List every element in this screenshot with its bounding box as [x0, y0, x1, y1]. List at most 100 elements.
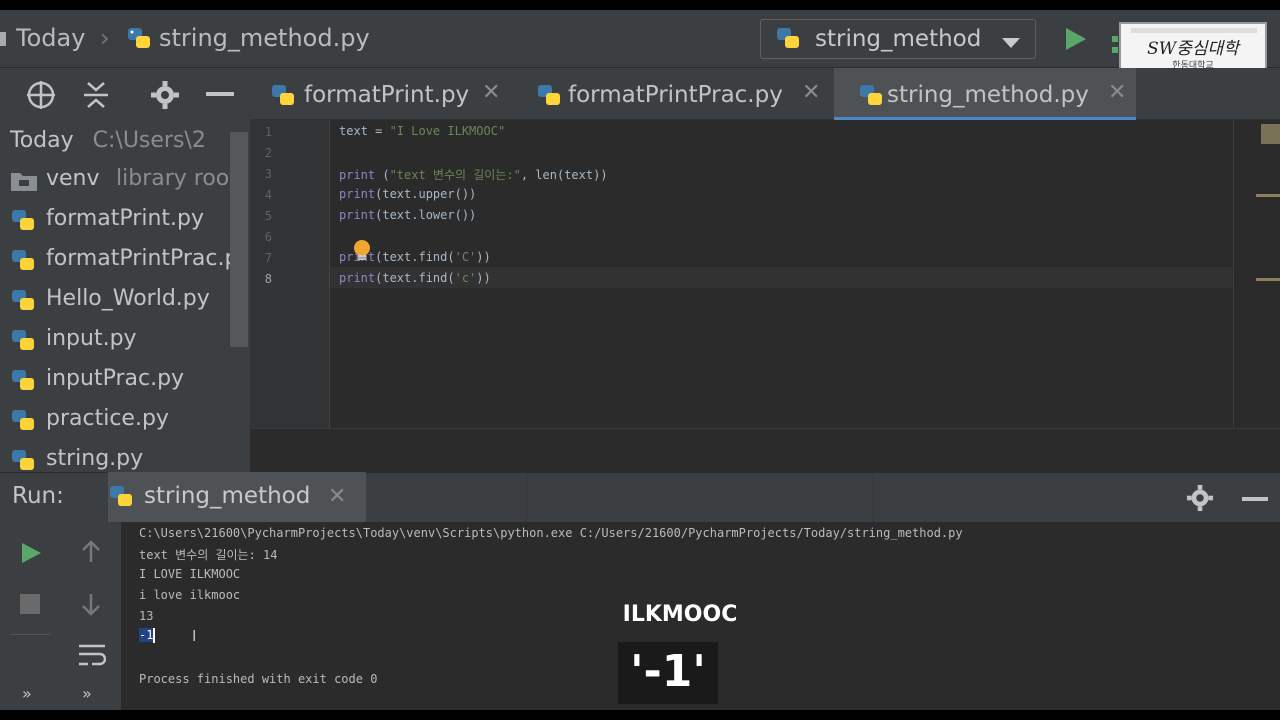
tree-item-label: string.py	[46, 446, 144, 471]
minimize-icon[interactable]	[206, 92, 234, 96]
arrow-down-icon[interactable]	[80, 592, 102, 620]
tab-formatprint[interactable]: formatPrint.py ✕	[264, 68, 514, 120]
line-number: 6	[264, 230, 272, 244]
code-line-8[interactable]: print(text.find('c'))	[339, 271, 491, 285]
line-number: 8	[264, 272, 272, 286]
run-config-selector[interactable]: string_method	[760, 19, 1036, 59]
tree-scrollbar[interactable]	[230, 132, 248, 347]
run-button[interactable]	[1060, 24, 1090, 54]
python-file-icon	[858, 82, 884, 109]
rerun-icon[interactable]	[20, 542, 42, 568]
stop-icon[interactable]	[20, 594, 40, 614]
caption-bottom: '-1'	[630, 646, 706, 697]
arrow-up-icon[interactable]	[80, 540, 102, 568]
gear-icon[interactable]	[1186, 484, 1214, 516]
nav-edge-marker	[0, 32, 6, 46]
more-icon[interactable]: »	[22, 684, 32, 703]
run-toolbar: » »	[0, 522, 122, 710]
toolbar-divider	[10, 634, 50, 635]
breadcrumb-file[interactable]: string_method.py	[159, 24, 370, 52]
tree-item-label: practice.py	[46, 406, 169, 431]
text-cursor-icon: Ι	[192, 627, 197, 645]
tree-item-label: inputPrac.py	[46, 366, 185, 391]
breadcrumb-separator-icon: ›	[100, 24, 110, 52]
more-icon[interactable]: »	[82, 684, 92, 703]
header-divider	[526, 473, 874, 523]
tab-string-method[interactable]: string_method.py ✕	[834, 68, 1136, 120]
console-line-selected: -1	[139, 628, 156, 643]
tab-run-string-method[interactable]: string_method ✕	[108, 472, 366, 522]
run-tab-label: string_method	[144, 483, 311, 509]
soft-wrap-icon[interactable]	[78, 642, 107, 672]
python-icon	[108, 484, 134, 510]
line-number: 5	[264, 209, 272, 223]
lightbulb-icon[interactable]	[352, 239, 372, 263]
python-file-icon	[270, 82, 296, 109]
tree-root[interactable]: Today C:\Users\2	[10, 128, 206, 153]
chevron-down-icon	[1001, 34, 1021, 53]
tree-root-name: Today	[10, 128, 74, 153]
line-number: 1	[264, 125, 272, 139]
python-file-icon	[10, 288, 36, 314]
python-file-icon	[536, 82, 562, 109]
navigation-bar: Today › string_method.py string_method S…	[0, 10, 1280, 76]
tree-item-label: formatPrint.py	[46, 206, 204, 231]
collapse-all-icon[interactable]	[82, 80, 110, 114]
tree-item-label: formatPrintPrac.p	[46, 246, 239, 271]
python-file-icon	[126, 26, 152, 52]
python-file-icon	[10, 208, 36, 234]
python-file-icon	[10, 368, 36, 394]
close-icon[interactable]: ✕	[802, 80, 820, 105]
run-config-label: string_method	[815, 26, 982, 52]
python-file-icon	[10, 328, 36, 354]
project-tree: Today C:\Users\2 venv library root forma…	[0, 120, 250, 472]
folder-icon	[10, 170, 38, 198]
console-line: i love ilkmooc	[139, 588, 241, 602]
tab-label: formatPrintPrac.py	[568, 82, 783, 108]
editor-bottom-area	[250, 428, 1280, 472]
tree-item-note: library root	[116, 166, 238, 191]
project-toolbar	[0, 68, 250, 120]
breadcrumb-project[interactable]: Today	[16, 24, 85, 52]
python-icon	[775, 26, 801, 52]
console-line: Process finished with exit code 0	[139, 672, 378, 686]
tab-label: formatPrint.py	[304, 82, 470, 108]
tree-item-label: input.py	[46, 326, 137, 351]
tree-item-label: Hello_World.py	[46, 286, 210, 311]
python-file-icon	[10, 448, 36, 472]
close-icon[interactable]: ✕	[328, 484, 346, 509]
console-line: I LOVE ILKMOOC	[139, 567, 241, 581]
logo-header-bar	[1131, 28, 1257, 33]
gear-icon[interactable]	[150, 80, 180, 114]
python-file-icon	[10, 248, 36, 274]
tab-formatprintprac[interactable]: formatPrintPrac.py ✕	[530, 68, 830, 120]
run-panel-label: Run:	[12, 483, 64, 509]
warning-marker[interactable]	[1256, 194, 1280, 197]
locate-icon[interactable]	[26, 80, 56, 114]
tree-root-path: C:\Users\2	[92, 128, 206, 153]
python-file-icon	[10, 408, 36, 434]
code-line-1[interactable]: text = "I Love ILKMOOC"	[339, 124, 505, 138]
inspection-marker[interactable]	[1261, 124, 1280, 144]
line-number: 3	[264, 167, 272, 181]
warning-marker[interactable]	[1256, 278, 1280, 281]
code-line-4[interactable]: print(text.upper())	[339, 187, 476, 201]
line-number: 7	[264, 251, 272, 265]
minimize-icon[interactable]	[1242, 497, 1268, 501]
console-line: text 변수의 길이는: 14	[139, 548, 278, 562]
logo-title: SW중심대학	[1147, 39, 1239, 59]
tree-item-label: venv	[46, 166, 100, 191]
console-line: C:\Users\21600\PycharmProjects\Today\ven…	[139, 526, 963, 540]
editor-marker-strip	[1233, 120, 1280, 428]
console-line: 13	[139, 609, 154, 623]
caption-top: ILKMOOC	[622, 602, 738, 627]
code-line-3[interactable]: print ("text 변수의 길이는:", len(text))	[339, 166, 608, 183]
close-icon[interactable]: ✕	[482, 80, 500, 105]
close-icon[interactable]: ✕	[1108, 80, 1126, 105]
code-line-5[interactable]: print(text.lower())	[339, 208, 476, 222]
editor-tabs: formatPrint.py ✕ formatPrintPrac.py ✕ st…	[250, 68, 1280, 120]
tab-label: string_method.py	[887, 82, 1089, 108]
line-number: 4	[264, 188, 272, 202]
line-number: 2	[264, 146, 272, 160]
debug-button-partial[interactable]	[1112, 34, 1118, 56]
